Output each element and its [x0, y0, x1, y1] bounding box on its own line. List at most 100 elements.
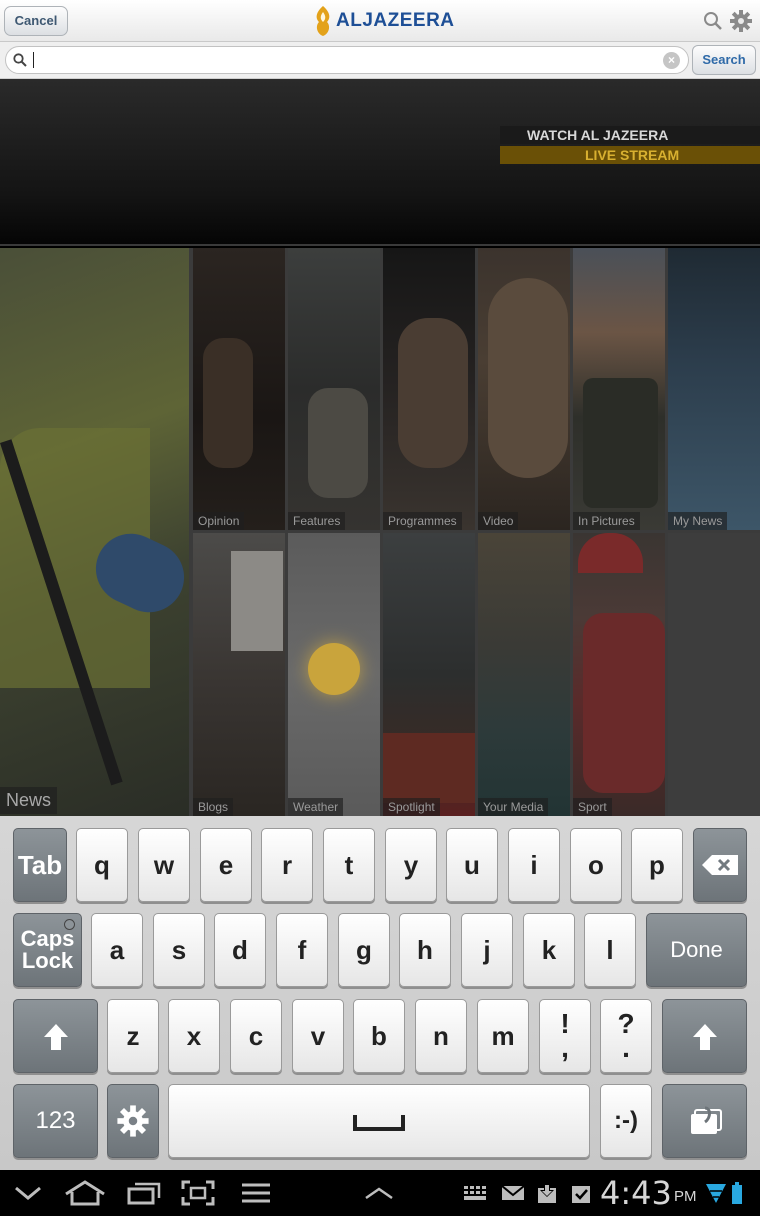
tile-empty — [668, 533, 760, 816]
key-t[interactable]: t — [323, 828, 375, 902]
key-shift-right[interactable] — [662, 999, 747, 1073]
download-icon — [535, 1170, 559, 1216]
settings-icon — [117, 1105, 149, 1137]
caps-label-line1: Caps — [20, 926, 75, 951]
key-shift-left[interactable] — [13, 999, 98, 1073]
tile-label: Spotlight — [383, 798, 440, 816]
back-icon[interactable] — [12, 1170, 44, 1216]
key-done[interactable]: Done — [646, 913, 747, 987]
battery-icon — [730, 1170, 744, 1216]
key-s[interactable]: s — [153, 913, 205, 987]
key-d[interactable]: d — [214, 913, 266, 987]
tile-spotlight[interactable]: Spotlight — [383, 533, 475, 816]
tile-label: Blogs — [193, 798, 234, 816]
search-field-container[interactable]: × — [5, 46, 689, 74]
key-f[interactable]: f — [276, 913, 328, 987]
caps-indicator — [64, 919, 75, 930]
key-question-period[interactable]: ? . — [600, 999, 652, 1073]
home-icon[interactable] — [64, 1170, 106, 1216]
key-b[interactable]: b — [353, 999, 405, 1073]
key-p[interactable]: p — [631, 828, 683, 902]
tile-label: My News — [668, 512, 728, 530]
menu-icon[interactable] — [240, 1170, 272, 1216]
gear-icon[interactable] — [729, 9, 753, 38]
search-field-magnifier-icon — [13, 53, 27, 72]
key-q[interactable]: q — [76, 828, 128, 902]
clock-time: 4:43 — [600, 1174, 672, 1212]
search-bar: × Search — [0, 42, 760, 79]
key-z[interactable]: z — [107, 999, 159, 1073]
key-backspace[interactable] — [693, 828, 747, 902]
tile-label: Opinion — [193, 512, 245, 530]
tile-weather[interactable]: Weather — [288, 533, 380, 816]
space-icon — [353, 1115, 405, 1131]
key-w[interactable]: w — [138, 828, 190, 902]
key-clipboard[interactable] — [662, 1084, 747, 1158]
tile-programmes[interactable]: Programmes — [383, 248, 475, 530]
tile-label: In Pictures — [573, 512, 640, 530]
shift-icon — [692, 1024, 717, 1050]
top-bar: Cancel ALJAZEERA — [0, 0, 760, 42]
key-caps-lock[interactable]: Caps Lock — [13, 913, 82, 987]
cancel-button[interactable]: Cancel — [4, 6, 68, 36]
tile-features[interactable]: Features — [288, 248, 380, 530]
key-settings[interactable] — [107, 1084, 159, 1158]
clipboard-icon — [690, 1106, 722, 1134]
search-button[interactable]: Search — [692, 45, 756, 75]
key-a[interactable]: a — [91, 913, 143, 987]
key-o[interactable]: o — [570, 828, 622, 902]
tile-news[interactable]: News — [0, 248, 189, 816]
key-e[interactable]: e — [200, 828, 252, 902]
shift-icon — [43, 1024, 68, 1050]
key-n[interactable]: n — [415, 999, 467, 1073]
key-smiley[interactable]: :-) — [600, 1084, 652, 1158]
key-l[interactable]: l — [584, 913, 636, 987]
tile-your-media[interactable]: Your Media — [478, 533, 570, 816]
live-stream-banner[interactable]: WATCH AL JAZEERA LIVE STREAM — [0, 79, 760, 246]
app-screen: Cancel ALJAZEERA × Search WATCH AL JAZEE… — [0, 0, 760, 1216]
key-r[interactable]: r — [261, 828, 313, 902]
clipboard-check-icon — [569, 1170, 593, 1216]
tile-sport[interactable]: Sport — [573, 533, 665, 816]
on-screen-keyboard: Tab q w e r t y u i o p Caps Lock a s d … — [0, 816, 760, 1170]
aljazeera-emblem-icon — [316, 6, 330, 36]
search-input[interactable] — [32, 50, 652, 70]
key-space[interactable] — [168, 1084, 590, 1158]
search-icon[interactable] — [703, 11, 723, 36]
key-x[interactable]: x — [168, 999, 220, 1073]
key-g[interactable]: g — [338, 913, 390, 987]
tile-video[interactable]: Video — [478, 248, 570, 530]
live-stream-text: LIVE STREAM — [500, 146, 760, 164]
key-bottom-char: , — [561, 1032, 569, 1063]
key-tab[interactable]: Tab — [13, 828, 67, 902]
tile-label: Features — [288, 512, 346, 530]
tile-in-pictures[interactable]: In Pictures — [573, 248, 665, 530]
key-m[interactable]: m — [477, 999, 529, 1073]
tile-my-news[interactable]: My News — [668, 248, 760, 530]
key-v[interactable]: v — [292, 999, 344, 1073]
key-j[interactable]: j — [461, 913, 513, 987]
recent-apps-icon[interactable] — [126, 1170, 162, 1216]
screenshot-icon[interactable] — [180, 1170, 216, 1216]
key-y[interactable]: y — [385, 828, 437, 902]
mail-icon — [500, 1170, 526, 1216]
key-bottom-char: . — [622, 1032, 630, 1063]
key-numbers[interactable]: 123 — [13, 1084, 98, 1158]
wifi-icon — [704, 1170, 728, 1216]
key-c[interactable]: c — [230, 999, 282, 1073]
tile-blogs[interactable]: Blogs — [193, 533, 285, 816]
clear-text-icon[interactable]: × — [663, 52, 680, 69]
brand-name: ALJAZEERA — [336, 10, 455, 31]
key-exclamation-comma[interactable]: ! , — [539, 999, 591, 1073]
tile-label: News — [0, 787, 58, 814]
key-u[interactable]: u — [446, 828, 498, 902]
up-icon[interactable] — [364, 1170, 394, 1216]
key-k[interactable]: k — [523, 913, 575, 987]
text-cursor — [33, 52, 34, 68]
tile-opinion[interactable]: Opinion — [193, 248, 285, 530]
system-status-bar: 4:43 PM — [0, 1170, 760, 1216]
brand-logo: ALJAZEERA — [312, 4, 455, 38]
key-i[interactable]: i — [508, 828, 560, 902]
tile-label: Sport — [573, 798, 612, 816]
key-h[interactable]: h — [399, 913, 451, 987]
